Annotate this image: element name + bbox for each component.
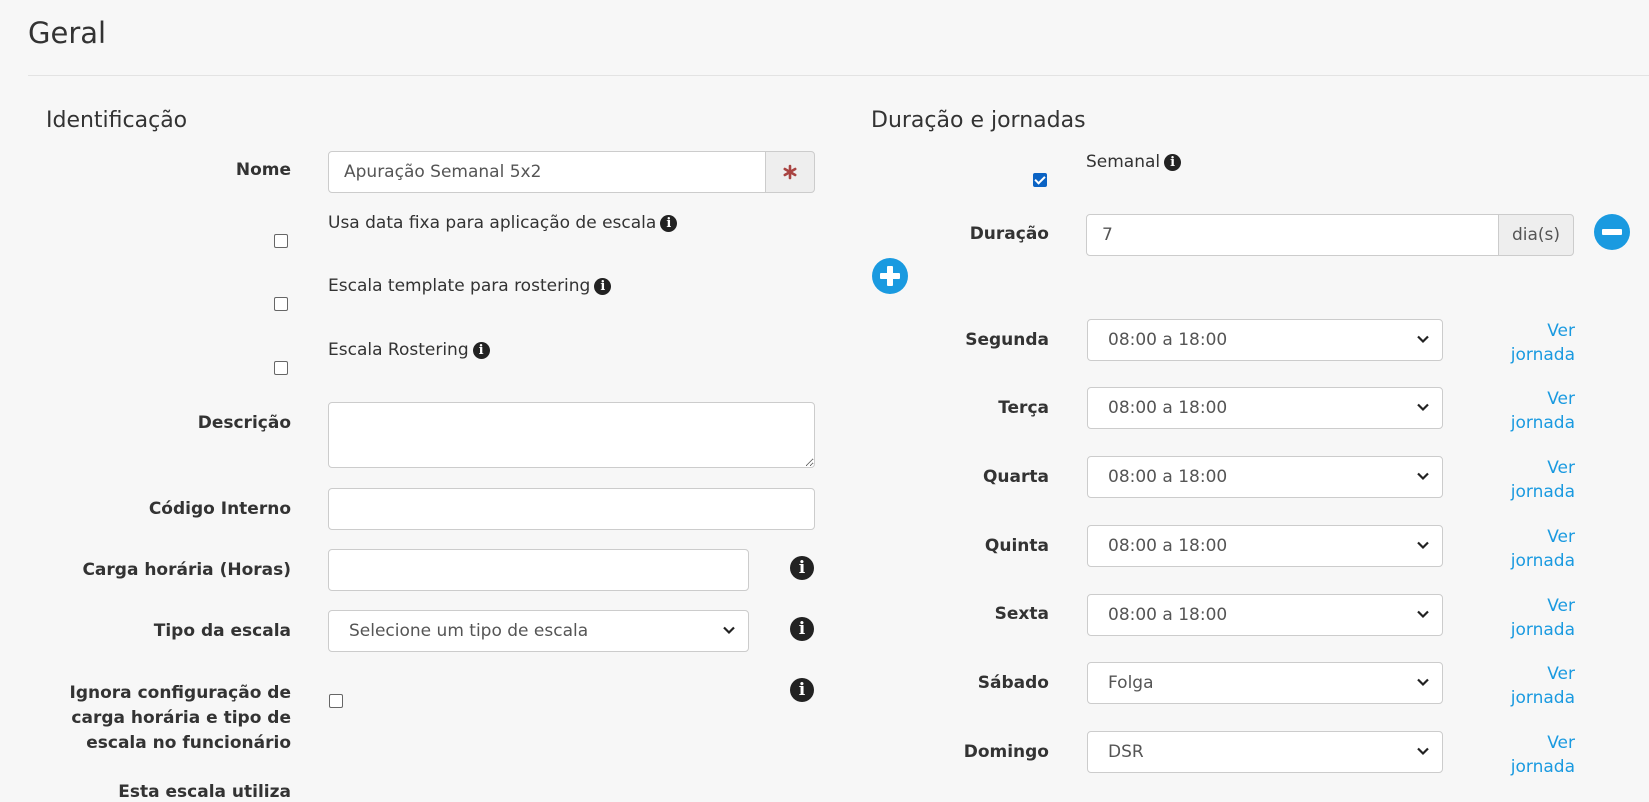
ignora-config-label-line: escala no funcionário xyxy=(86,733,291,753)
chevron-down-icon xyxy=(1417,335,1429,344)
template-rostering-checkbox[interactable] xyxy=(274,297,288,311)
template-rostering-label: Escala template para rostering xyxy=(328,276,591,296)
codigo-interno-label: Código Interno xyxy=(148,499,291,519)
section-heading-identificacao: Identificação xyxy=(46,108,188,133)
ver-jornada-link-terca[interactable]: Ver jornada xyxy=(1485,387,1575,435)
nome-input[interactable] xyxy=(328,151,766,193)
page-title: Geral xyxy=(28,16,107,50)
ver-jornada-link-quarta[interactable]: Ver jornada xyxy=(1485,456,1575,504)
ver-jornada-link-quinta[interactable]: Ver jornada xyxy=(1485,525,1575,573)
chevron-down-icon xyxy=(723,626,735,635)
template-rostering-option: Escala template para rostering i xyxy=(328,276,612,296)
tipo-escala-placeholder: Selecione um tipo de escala xyxy=(349,621,589,641)
day-label-sexta: Sexta xyxy=(994,604,1049,624)
ver-jornada-link-segunda[interactable]: Ver jornada xyxy=(1485,319,1575,367)
day-label-segunda: Segunda xyxy=(965,330,1049,350)
required-addon xyxy=(765,151,815,193)
day-select-value: 08:00 a 18:00 xyxy=(1108,330,1228,350)
carga-horaria-input[interactable] xyxy=(328,549,749,591)
info-icon[interactable]: i xyxy=(660,215,678,232)
ignora-config-checkbox[interactable] xyxy=(329,694,343,708)
day-select-value: 08:00 a 18:00 xyxy=(1108,605,1228,625)
tipo-escala-label: Tipo da escala xyxy=(153,621,291,641)
ver-jornada-text: Ver xyxy=(1547,458,1575,478)
data-fixa-option: Usa data fixa para aplicação de escala i xyxy=(328,213,678,233)
ver-jornada-text: Ver xyxy=(1547,527,1575,547)
day-select-quarta[interactable]: 08:00 a 18:00 xyxy=(1087,456,1443,498)
chevron-down-icon xyxy=(1417,403,1429,412)
day-select-value: 08:00 a 18:00 xyxy=(1108,398,1228,418)
data-fixa-label: Usa data fixa para aplicação de escala xyxy=(328,213,657,233)
day-select-value: DSR xyxy=(1108,742,1144,762)
escala-rostering-option: Escala Rostering i xyxy=(328,340,490,360)
chevron-down-icon xyxy=(1417,678,1429,687)
title-divider xyxy=(28,75,1649,76)
day-select-sabado[interactable]: Folga xyxy=(1087,662,1443,704)
ver-jornada-text: Ver xyxy=(1547,389,1575,409)
day-select-sexta[interactable]: 08:00 a 18:00 xyxy=(1087,594,1443,636)
ver-jornada-text: Ver xyxy=(1547,733,1575,753)
chevron-down-icon xyxy=(1417,541,1429,550)
ver-jornada-link-domingo[interactable]: Ver jornada xyxy=(1485,731,1575,779)
info-icon[interactable]: i xyxy=(594,278,612,295)
day-label-domingo: Domingo xyxy=(963,742,1049,762)
ver-jornada-text: jornada xyxy=(1510,688,1575,708)
ver-jornada-text: jornada xyxy=(1510,551,1575,571)
chevron-down-icon xyxy=(1417,610,1429,619)
info-icon[interactable]: i xyxy=(790,556,814,580)
minus-circle-icon xyxy=(1602,229,1622,235)
descricao-textarea[interactable] xyxy=(328,402,815,468)
day-select-terca[interactable]: 08:00 a 18:00 xyxy=(1087,387,1443,429)
chevron-down-icon xyxy=(1417,747,1429,756)
escala-rostering-label: Escala Rostering xyxy=(328,340,469,360)
utiliza-label: Esta escala utiliza xyxy=(118,782,291,802)
remove-duration-button[interactable] xyxy=(1594,214,1630,250)
info-icon[interactable]: i xyxy=(790,617,814,641)
section-heading-duracao: Duração e jornadas xyxy=(871,108,1086,133)
day-label-quarta: Quarta xyxy=(982,467,1049,487)
ver-jornada-text: jornada xyxy=(1510,620,1575,640)
day-select-value: 08:00 a 18:00 xyxy=(1108,536,1228,556)
ignora-config-label: Ignora configuração de carga horária e t… xyxy=(60,681,291,756)
day-label-sabado: Sábado xyxy=(977,673,1049,693)
carga-horaria-label: Carga horária (Horas) xyxy=(82,560,291,580)
semanal-checkbox[interactable] xyxy=(1033,173,1047,187)
ver-jornada-text: jornada xyxy=(1510,413,1575,433)
day-select-segunda[interactable]: 08:00 a 18:00 xyxy=(1087,319,1443,361)
ver-jornada-text: jornada xyxy=(1510,482,1575,502)
duracao-label: Duração xyxy=(969,224,1049,244)
info-icon[interactable]: i xyxy=(790,678,814,702)
ver-jornada-text: Ver xyxy=(1547,321,1575,341)
day-select-value: 08:00 a 18:00 xyxy=(1108,467,1228,487)
day-select-domingo[interactable]: DSR xyxy=(1087,731,1443,773)
ver-jornada-link-sexta[interactable]: Ver jornada xyxy=(1485,594,1575,642)
ver-jornada-text: Ver xyxy=(1547,596,1575,616)
codigo-interno-input[interactable] xyxy=(328,488,815,530)
nome-label: Nome xyxy=(235,160,291,180)
semanal-label: Semanal xyxy=(1086,152,1161,172)
ignora-config-label-line: Ignora configuração de xyxy=(69,683,291,703)
ver-jornada-text: jornada xyxy=(1510,345,1575,365)
day-label-terca: Terça xyxy=(998,398,1049,418)
info-icon[interactable]: i xyxy=(1164,154,1182,171)
escala-rostering-checkbox[interactable] xyxy=(274,361,288,375)
semanal-option: Semanal i xyxy=(1086,152,1182,172)
data-fixa-checkbox[interactable] xyxy=(274,234,288,248)
descricao-label: Descrição xyxy=(197,413,291,433)
ver-jornada-text: Ver xyxy=(1547,664,1575,684)
info-icon[interactable]: i xyxy=(472,342,490,359)
ver-jornada-link-sabado[interactable]: Ver jornada xyxy=(1485,662,1575,710)
chevron-down-icon xyxy=(1417,472,1429,481)
day-select-value: Folga xyxy=(1108,673,1154,693)
duracao-unit-addon: dia(s) xyxy=(1498,214,1574,256)
duracao-input[interactable] xyxy=(1086,214,1499,256)
asterisk-icon xyxy=(783,164,797,180)
day-label-quinta: Quinta xyxy=(984,536,1049,556)
ignora-config-label-line: carga horária e tipo de xyxy=(71,708,291,728)
ver-jornada-text: jornada xyxy=(1510,757,1575,777)
day-select-quinta[interactable]: 08:00 a 18:00 xyxy=(1087,525,1443,567)
add-duration-button[interactable] xyxy=(872,258,908,294)
tipo-escala-select[interactable]: Selecione um tipo de escala xyxy=(328,610,749,652)
